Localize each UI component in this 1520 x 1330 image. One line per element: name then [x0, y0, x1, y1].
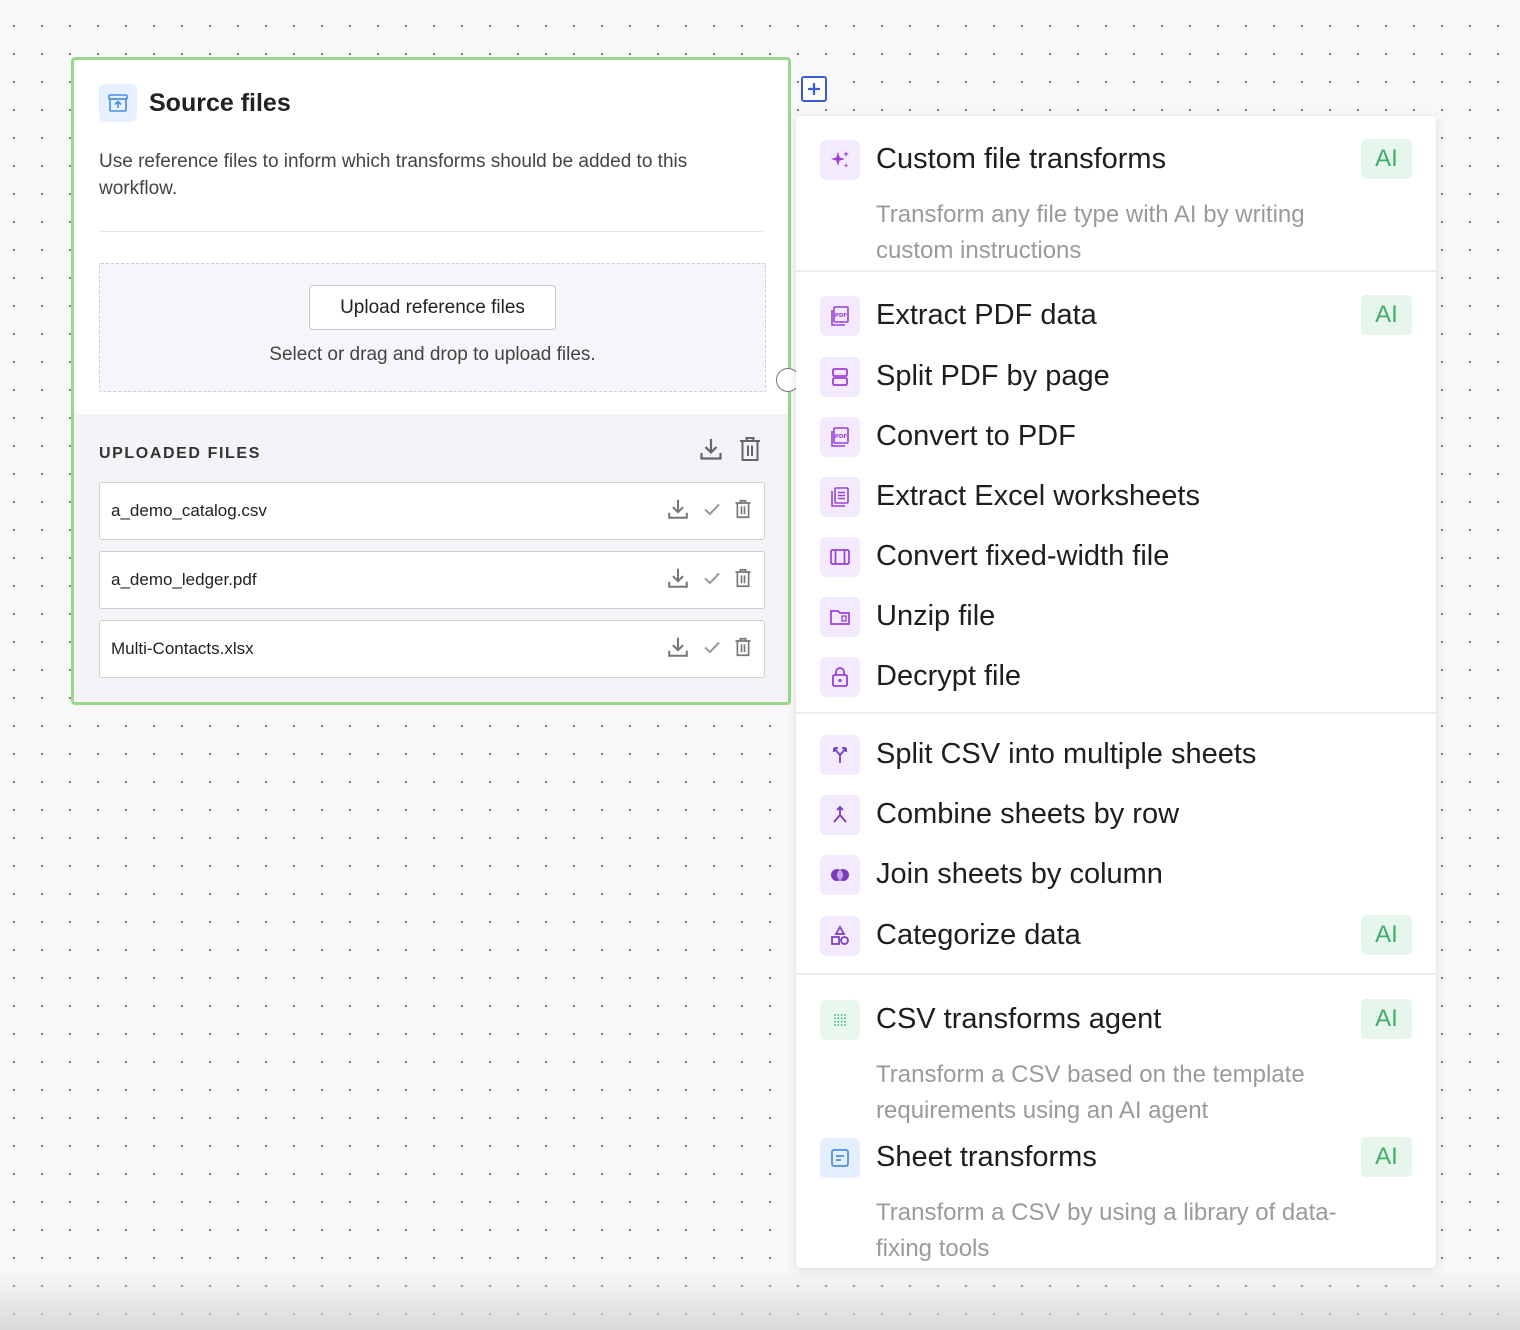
file-row: Multi-Contacts.xlsx — [99, 620, 765, 678]
merge-arrows-icon — [820, 795, 860, 835]
menu-item-label: Split PDF by page — [876, 360, 1110, 392]
file-name: Multi-Contacts.xlsx — [111, 639, 254, 658]
delete-icon[interactable] — [734, 637, 752, 657]
shapes-icon — [820, 916, 860, 956]
menu-item-label: Sheet transforms — [876, 1141, 1097, 1173]
svg-text:PDF: PDF — [835, 313, 848, 319]
sparkles-icon — [820, 140, 860, 180]
menu-item-convert-fixed-width-file[interactable]: Convert fixed-width file — [796, 533, 1436, 585]
split-arrows-icon — [820, 735, 860, 775]
menu-item-csv-transforms-agent[interactable]: CSV transforms agent AI Transform a CSV … — [796, 996, 1436, 1124]
menu-item-label: Custom file transforms — [876, 143, 1167, 175]
menu-item-description: Transform any file type with AI by writi… — [876, 201, 1305, 264]
fixed-width-icon — [820, 537, 860, 577]
file-name: a_demo_ledger.pdf — [111, 570, 257, 589]
download-all-icon[interactable] — [698, 436, 724, 462]
card-description: Use reference files to inform which tran… — [99, 151, 688, 199]
ai-badge: AI — [1361, 1137, 1412, 1177]
menu-item-label: Categorize data — [876, 919, 1081, 951]
pdf-icon: PDF — [820, 417, 860, 457]
card-header: Source files — [99, 84, 291, 122]
check-icon[interactable] — [702, 637, 722, 657]
menu-item-join-sheets-by-column[interactable]: Join sheets by column — [796, 851, 1436, 903]
file-row: a_demo_ledger.pdf — [99, 551, 765, 609]
menu-item-label: CSV transforms agent — [876, 1003, 1162, 1035]
menu-item-convert-to-pdf[interactable]: PDF Convert to PDF — [796, 413, 1436, 465]
download-icon[interactable] — [666, 566, 690, 590]
sheet-icon — [820, 1138, 860, 1178]
uploaded-files-heading: UPLOADED FILES — [99, 445, 261, 462]
add-step-button[interactable] — [801, 76, 827, 102]
menu-item-split-pdf-by-page[interactable]: Split PDF by page — [796, 353, 1436, 405]
download-icon[interactable] — [666, 497, 690, 521]
menu-item-extract-excel-worksheets[interactable]: Extract Excel worksheets — [796, 473, 1436, 525]
file-name: a_demo_catalog.csv — [111, 501, 267, 520]
divider — [99, 231, 763, 232]
uploaded-files-section: UPLOADED FILES a_demo_catalog.csv a_demo… — [74, 414, 788, 702]
transforms-menu: Custom file transforms AI Transform any … — [796, 116, 1436, 1268]
menu-separator — [796, 712, 1436, 714]
lock-icon — [820, 657, 860, 697]
grid-dots-icon — [820, 1000, 860, 1040]
delete-icon[interactable] — [734, 568, 752, 588]
menu-item-label: Extract Excel worksheets — [876, 480, 1200, 512]
menu-item-label: Convert to PDF — [876, 420, 1076, 452]
menu-item-label: Join sheets by column — [876, 858, 1163, 890]
upload-box-icon — [99, 84, 137, 122]
svg-text:PDF: PDF — [835, 434, 848, 440]
menu-item-description: Transform a CSV based on the template re… — [876, 1061, 1305, 1124]
delete-all-icon[interactable] — [738, 436, 762, 462]
plus-icon — [808, 83, 820, 95]
menu-item-label: Decrypt file — [876, 660, 1022, 692]
section-actions — [698, 436, 762, 462]
file-actions — [666, 566, 752, 590]
menu-item-label: Extract PDF data — [876, 299, 1097, 331]
file-actions — [666, 497, 752, 521]
upload-reference-files-button[interactable]: Upload reference files — [309, 285, 556, 330]
file-actions — [666, 635, 752, 659]
ai-badge: AI — [1361, 915, 1412, 955]
canvas-bottom-shade — [0, 1270, 1520, 1330]
download-icon[interactable] — [666, 635, 690, 659]
venn-icon — [820, 855, 860, 895]
menu-item-split-csv-into-multiple-sheets[interactable]: Split CSV into multiple sheets — [796, 731, 1436, 783]
split-page-icon — [820, 357, 860, 397]
pdf-icon: PDF — [820, 296, 860, 336]
upload-dropzone[interactable]: Upload reference files Select or drag an… — [99, 263, 766, 392]
ai-badge: AI — [1361, 139, 1412, 179]
menu-item-label: Convert fixed-width file — [876, 540, 1170, 572]
menu-item-decrypt-file[interactable]: Decrypt file — [796, 653, 1436, 705]
source-files-card: Source files Use reference files to info… — [71, 57, 791, 705]
menu-item-label: Split CSV into multiple sheets — [876, 738, 1257, 770]
drop-hint: Select or drag and drop to upload files. — [269, 344, 596, 365]
menu-separator — [796, 973, 1436, 975]
menu-item-combine-sheets-by-row[interactable]: Combine sheets by row — [796, 791, 1436, 843]
menu-item-label: Unzip file — [876, 600, 996, 632]
worksheets-icon — [820, 477, 860, 517]
delete-icon[interactable] — [734, 499, 752, 519]
menu-separator — [796, 270, 1436, 272]
menu-item-label: Combine sheets by row — [876, 798, 1180, 830]
check-icon[interactable] — [702, 499, 722, 519]
menu-item-custom-file-transforms[interactable]: Custom file transforms AI Transform any … — [796, 136, 1436, 264]
zip-folder-icon — [820, 597, 860, 637]
menu-item-sheet-transforms[interactable]: Sheet transforms AI Transform a CSV by u… — [796, 1134, 1436, 1262]
card-title: Source files — [149, 88, 291, 117]
menu-item-unzip-file[interactable]: Unzip file — [796, 593, 1436, 645]
menu-item-categorize-data[interactable]: Categorize data AI — [796, 912, 1436, 964]
file-row: a_demo_catalog.csv — [99, 482, 765, 540]
menu-item-description: Transform a CSV by using a library of da… — [876, 1199, 1337, 1262]
ai-badge: AI — [1361, 999, 1412, 1039]
check-icon[interactable] — [702, 568, 722, 588]
ai-badge: AI — [1361, 295, 1412, 335]
menu-item-extract-pdf-data[interactable]: PDF Extract PDF data AI — [796, 292, 1436, 344]
